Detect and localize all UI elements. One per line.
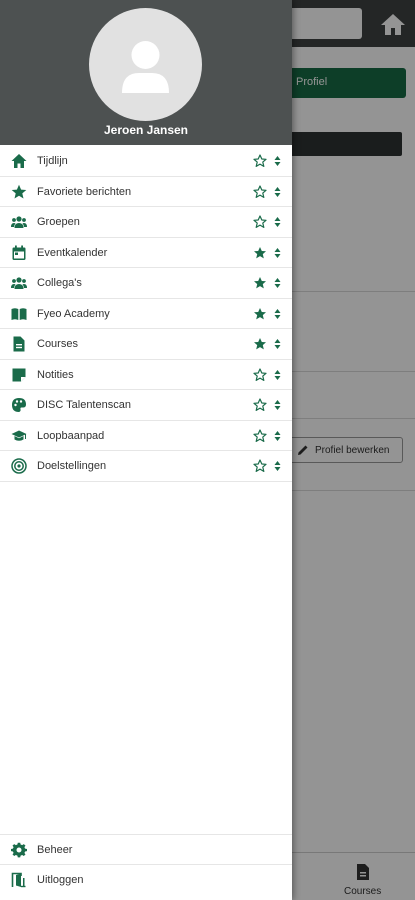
sort-icon[interactable] xyxy=(274,460,281,472)
star-icon xyxy=(11,184,27,198)
sort-icon[interactable] xyxy=(274,155,281,167)
palette-icon xyxy=(12,398,26,412)
drawer-header: Jeroen Jansen xyxy=(0,0,292,145)
star-outline-icon[interactable] xyxy=(253,215,267,229)
menu-item-collegas[interactable]: Collega's xyxy=(0,268,292,299)
avatar[interactable] xyxy=(89,8,202,121)
menu-item-courses[interactable]: Courses xyxy=(0,329,292,360)
star-outline-icon[interactable] xyxy=(253,184,267,199)
star-outline-icon[interactable] xyxy=(253,367,267,382)
sort-icon[interactable] xyxy=(274,186,281,198)
star-outline-icon[interactable] xyxy=(253,459,267,473)
sort-icon[interactable] xyxy=(274,216,281,228)
menu-item-label: Courses xyxy=(37,338,78,350)
menu-item-label: Doelstellingen xyxy=(37,460,107,472)
menu-item-beheer[interactable]: Beheer xyxy=(0,834,292,864)
note-icon xyxy=(12,368,26,381)
menu-item-label: Collega's xyxy=(37,277,82,289)
navigation-drawer: Jeroen Jansen Tijdlijn Favoriete bericht… xyxy=(0,0,292,900)
menu-item-notities[interactable]: Notities xyxy=(0,360,292,390)
star-outline-icon[interactable] xyxy=(253,428,267,443)
menu-item-uitloggen[interactable]: Uitloggen xyxy=(0,864,292,894)
sort-icon[interactable] xyxy=(274,338,281,350)
star-filled-icon[interactable] xyxy=(253,246,267,260)
star-filled-icon[interactable] xyxy=(253,307,267,321)
users-icon xyxy=(11,277,27,289)
star-filled-icon[interactable] xyxy=(253,337,267,351)
users-icon xyxy=(11,216,27,228)
menu-item-eventkalender[interactable]: Eventkalender xyxy=(0,238,292,268)
menu-item-label: Groepen xyxy=(37,216,80,228)
graduation-cap-icon xyxy=(11,430,27,441)
star-outline-icon[interactable] xyxy=(253,154,267,168)
menu-item-label: Beheer xyxy=(37,844,73,856)
user-icon xyxy=(122,41,169,93)
calendar-icon xyxy=(12,245,26,260)
sort-icon[interactable] xyxy=(274,399,281,411)
sort-icon[interactable] xyxy=(274,277,281,289)
menu-item-label: Uitloggen xyxy=(37,874,84,886)
menu-item-favoriete-berichten[interactable]: Favoriete berichten xyxy=(0,177,292,207)
menu-item-label: Favoriete berichten xyxy=(37,185,132,198)
star-filled-icon[interactable] xyxy=(253,276,267,290)
user-name: Jeroen Jansen xyxy=(103,123,189,137)
menu-item-tijdlijn[interactable]: Tijdlijn xyxy=(0,146,292,177)
drawer-menu: Tijdlijn Favoriete berichten Groepen Eve… xyxy=(0,146,292,482)
gear-icon xyxy=(11,842,27,858)
logout-icon xyxy=(11,872,26,888)
menu-item-label: DISC Talentenscan xyxy=(37,399,131,411)
menu-item-label: Eventkalender xyxy=(37,246,108,259)
sort-icon[interactable] xyxy=(274,308,281,320)
document-icon xyxy=(13,336,25,352)
target-icon xyxy=(11,458,27,474)
menu-item-disc-talentenscan[interactable]: DISC Talentenscan xyxy=(0,390,292,421)
sort-icon[interactable] xyxy=(274,247,281,259)
star-outline-icon[interactable] xyxy=(253,398,267,412)
menu-item-loopbaanpad[interactable]: Loopbaanpad xyxy=(0,421,292,451)
menu-item-label: Loopbaanpad xyxy=(37,429,105,442)
menu-item-label: Fyeo Academy xyxy=(37,307,110,320)
menu-item-label: Notities xyxy=(37,368,74,381)
menu-item-fyeo-academy[interactable]: Fyeo Academy xyxy=(0,299,292,329)
sort-icon[interactable] xyxy=(274,369,281,381)
menu-item-doelstellingen[interactable]: Doelstellingen xyxy=(0,451,292,482)
menu-item-groepen[interactable]: Groepen xyxy=(0,207,292,238)
sort-icon[interactable] xyxy=(274,430,281,442)
book-icon xyxy=(11,307,27,320)
home-icon xyxy=(11,154,27,168)
drawer-footer: Beheer Uitloggen xyxy=(0,834,292,894)
menu-item-label: Tijdlijn xyxy=(37,155,68,167)
